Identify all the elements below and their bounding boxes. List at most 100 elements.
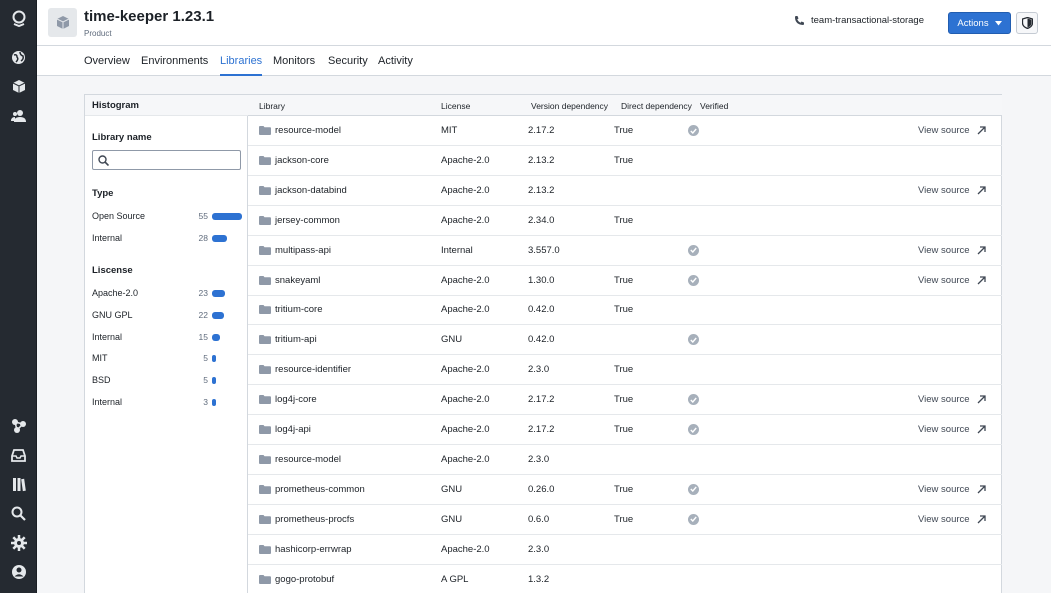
graph-icon[interactable] <box>9 416 28 435</box>
library-name[interactable]: prometheus-common <box>275 484 365 495</box>
filter-option-bar <box>212 235 227 242</box>
library-name[interactable]: gogo-protobuf <box>275 574 334 585</box>
library-version: 0.26.0 <box>528 483 555 495</box>
library-name[interactable]: log4j-core <box>275 394 317 405</box>
table-row[interactable]: prometheus-common GNU 0.26.0 True View sourc… <box>248 475 1002 505</box>
direct-dependency: True <box>614 304 634 316</box>
filter-option-name: GNU GPL <box>92 309 133 320</box>
column-verified[interactable]: Verified <box>700 101 728 111</box>
library-name[interactable]: resource-model <box>275 125 341 136</box>
library-name[interactable]: multipass-api <box>275 245 331 256</box>
library-name[interactable]: log4j-api <box>275 424 311 435</box>
globe-icon[interactable] <box>9 48 28 67</box>
verified-check-icon <box>688 424 699 435</box>
table-row[interactable]: hashicorp-errwrap Apache-2.0 2.3.0 <box>248 535 1002 565</box>
view-source-link[interactable]: View source <box>918 424 986 435</box>
table-row[interactable]: resource-identifier Apache-2.0 2.3.0 True <box>248 355 1002 386</box>
table-row[interactable]: resource-model MIT 2.17.2 True View source <box>248 116 1002 146</box>
library-name[interactable]: resource-identifier <box>275 364 351 375</box>
filter-option[interactable]: Internal 3 <box>92 397 242 409</box>
tab-monitors[interactable]: Monitors <box>273 55 315 76</box>
library-name[interactable]: prometheus-procfs <box>275 514 354 525</box>
filter-option[interactable]: Internal 15 <box>92 332 242 344</box>
filter-option[interactable]: Open Source 55 <box>92 211 242 223</box>
filter-option[interactable]: GNU GPL 22 <box>92 310 242 322</box>
folder-icon <box>259 185 271 195</box>
view-source-link[interactable]: View source <box>918 245 986 256</box>
folder-icon <box>259 155 271 165</box>
table-row[interactable]: multipass-api Internal 3.557.0 View source <box>248 236 1002 266</box>
column-library[interactable]: Library <box>259 101 285 111</box>
filter-option[interactable]: BSD 5 <box>92 375 242 387</box>
tab-security[interactable]: Security <box>328 55 368 76</box>
library-name[interactable]: hashicorp-errwrap <box>275 544 352 555</box>
filter-option[interactable]: MIT 5 <box>92 353 242 365</box>
table-row[interactable]: jackson-core Apache-2.0 2.13.2 True <box>248 146 1002 176</box>
filter-option[interactable]: Internal 28 <box>92 233 242 245</box>
library-name[interactable]: snakeyaml <box>275 275 320 286</box>
table-row[interactable]: prometheus-procfs GNU 0.6.0 True View source <box>248 505 1002 535</box>
user-icon[interactable] <box>9 562 28 581</box>
filter-option-name: Apache-2.0 <box>92 288 139 298</box>
view-source-link[interactable]: View source <box>918 125 986 136</box>
library-license: Apache-2.0 <box>441 543 490 555</box>
inbox-icon[interactable] <box>9 446 28 465</box>
library-name[interactable]: jackson-core <box>275 155 329 166</box>
library-search-box[interactable] <box>92 150 241 170</box>
library-name[interactable]: resource-model <box>275 454 341 465</box>
view-source-link[interactable]: View source <box>918 185 986 196</box>
column-direct-dependency[interactable]: Direct dependency <box>621 101 692 111</box>
table-row[interactable]: tritium-api GNU 0.42.0 <box>248 325 1002 356</box>
direct-dependency: True <box>614 154 634 166</box>
column-version-dependency[interactable]: Version dependency <box>531 101 608 111</box>
table-row[interactable]: log4j-core Apache-2.0 2.17.2 True View sourc… <box>248 385 1002 416</box>
table-row[interactable]: resource-model Apache-2.0 2.3.0 <box>248 445 1002 475</box>
filter-option-name: Internal <box>92 331 123 342</box>
tab-overview[interactable]: Overview <box>84 55 130 76</box>
view-source-link[interactable]: View source <box>918 394 986 405</box>
people-icon[interactable] <box>9 106 28 125</box>
view-source-link[interactable]: View source <box>918 275 986 286</box>
filter-option[interactable]: Apache-2.0 23 <box>92 288 242 300</box>
table-row[interactable]: snakeyaml Apache-2.0 1.30.0 True View source <box>248 266 1002 296</box>
view-source-link[interactable]: View source <box>918 484 986 495</box>
library-icon[interactable] <box>9 475 28 494</box>
actions-button[interactable]: Actions <box>948 12 1011 34</box>
filter-option-count: 5 <box>203 353 208 364</box>
phone-icon <box>795 16 804 25</box>
tab-environments[interactable]: Environments <box>141 55 208 76</box>
library-name[interactable]: jersey-common <box>275 215 340 226</box>
library-name[interactable]: tritium-api <box>275 334 317 345</box>
library-license: Apache-2.0 <box>441 304 490 316</box>
folder-icon <box>259 126 271 135</box>
security-shield-button[interactable] <box>1016 12 1038 34</box>
gear-icon[interactable] <box>9 533 28 552</box>
library-name[interactable]: jackson-databind <box>275 185 347 196</box>
team-contact[interactable]: team-transactional-storage <box>794 15 924 26</box>
table-row[interactable]: tritium-core Apache-2.0 0.42.0 True <box>248 295 1002 326</box>
logo-icon[interactable] <box>9 9 28 28</box>
search-icon[interactable] <box>9 504 28 523</box>
tab-libraries[interactable]: Libraries <box>220 55 263 76</box>
view-source-link[interactable]: View source <box>918 514 986 525</box>
table-row[interactable]: jackson-databind Apache-2.0 2.13.2 View sou… <box>248 176 1002 206</box>
library-version: 2.3.0 <box>528 364 550 376</box>
filter-option-name: Open Source <box>92 211 146 221</box>
table-row[interactable]: log4j-api Apache-2.0 2.17.2 True View source <box>248 415 1002 445</box>
library-name[interactable]: tritium-core <box>275 304 323 315</box>
column-license[interactable]: License <box>441 101 470 111</box>
library-version: 2.34.0 <box>528 214 555 226</box>
table-row[interactable]: jersey-common Apache-2.0 2.34.0 True <box>248 206 1002 236</box>
library-search-input[interactable] <box>113 155 238 165</box>
actions-button-label: Actions <box>957 17 989 29</box>
external-link-icon <box>977 515 986 524</box>
table-row[interactable]: gogo-protobuf A GPL 1.3.2 <box>248 565 1002 593</box>
cube-icon[interactable] <box>9 77 28 96</box>
filter-option-name: MIT <box>92 353 108 364</box>
folder-icon <box>259 514 271 524</box>
filter-option-bar <box>212 311 224 319</box>
filter-option-bar <box>212 355 216 363</box>
library-license: GNU <box>441 483 463 495</box>
folder-icon <box>259 245 271 255</box>
tab-activity[interactable]: Activity <box>378 55 413 76</box>
